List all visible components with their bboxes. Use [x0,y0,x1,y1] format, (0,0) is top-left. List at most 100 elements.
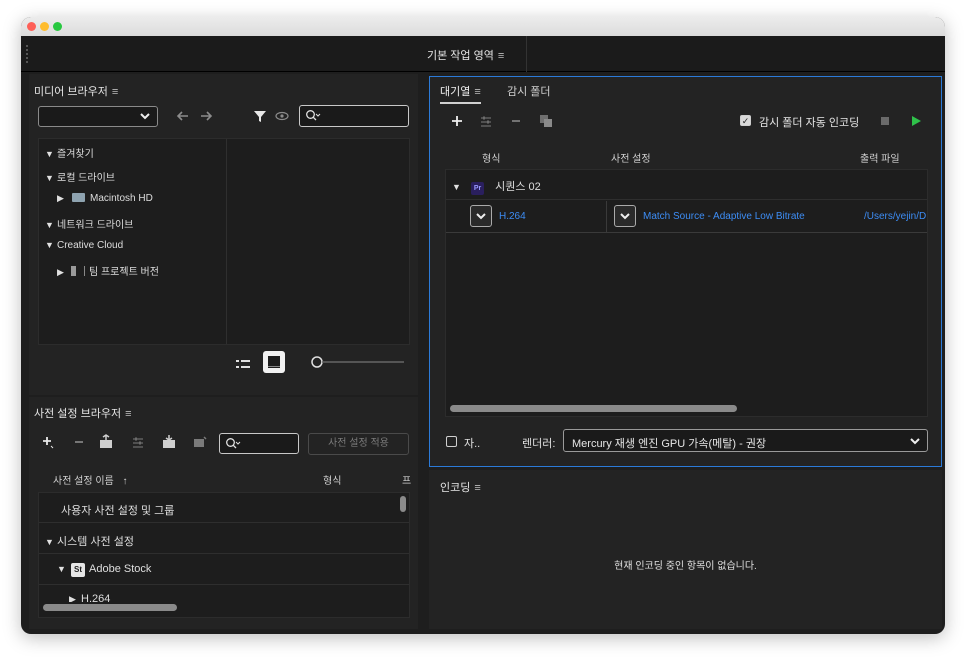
format-column-header[interactable]: 형식 [323,472,341,487]
preset-item-system-presets[interactable]: ▼ 시스템 사전 설정 [39,524,409,554]
remove-item-icon[interactable] [510,114,522,128]
preset-name-header-text: 사전 설정 이름 [53,476,114,487]
tree-label: Creative Cloud [57,240,124,251]
chevron-right-icon: ▶ [57,267,64,277]
preset-item-user-presets[interactable]: 사용자 사전 설정 및 그룹 [39,493,409,523]
preset-item-label: 사용자 사전 설정 및 그룹 [61,505,175,517]
renderer-value: Mercury 재생 엔진 GPU 가속(메탈) - 권장 [572,438,767,450]
preset-name-column-header[interactable]: 사전 설정 이름 ↑ [53,472,128,487]
preset-settings-icon[interactable] [131,435,145,449]
filter-icon[interactable] [252,108,268,124]
forward-arrow-icon[interactable] [199,109,213,123]
preset-item-h264[interactable]: ▶ H.264 [39,588,409,602]
minimize-window-button[interactable] [40,22,49,31]
item-preset-link[interactable]: Match Source - Adaptive Low Bitrate [643,211,805,222]
queue-preset-header[interactable]: 사전 설정 [611,150,651,165]
add-preset-icon[interactable] [41,435,55,449]
item-format-link[interactable]: H.264 [499,211,526,222]
encoding-title[interactable]: 인코딩 ≡ [440,479,481,495]
export-preset-icon[interactable] [161,434,177,450]
media-browser-title-text: 미디어 브라우저 [34,86,108,98]
tree-label: 즐겨찾기 [57,149,94,160]
adobe-stock-badge-icon: St [71,563,85,577]
media-browser-menu-icon[interactable]: ≡ [112,86,118,98]
tree-item-network-drives[interactable]: ▼ 네트워크 드라이브 [45,216,415,231]
title-bar [21,17,945,36]
tree-item-macintosh-hd[interactable]: ▶ Macintosh HD [57,193,427,204]
list-view-icon[interactable] [235,357,251,371]
auto-encode-checkbox[interactable]: ✓ [740,115,751,126]
media-tree-area: ▼ 즐겨찾기 ▼ 로컬 드라이브 ▶ Macintosh HD ▼ 네트워크 드라이브 … [38,138,410,345]
preset-list-horizontal-scrollbar[interactable] [43,604,177,611]
preset-browser-title[interactable]: 사전 설정 브라우저 ≡ [34,405,132,421]
workspace-switcher[interactable]: 기본 작업 영역 ≡ [427,47,504,63]
team-project-icon [71,266,85,276]
workspace-bar: 기본 작업 영역 ≡ [21,36,945,72]
media-browser-title[interactable]: 미디어 브라우저 ≡ [34,83,118,99]
app-window: 기본 작업 영역 ≡ 미디어 브라우저 ≡ ▼ 즐겨찾기 ▼ 로컬 드라이브 ▶… [21,17,945,634]
preset-group-icon[interactable] [192,434,208,450]
duplicate-item-icon[interactable] [538,113,554,129]
queue-list: ▼ Pr 시퀀스 02 H.264 Match Source - Adaptiv… [445,169,928,417]
item-output-link[interactable]: /Users/yejin/D [864,211,926,222]
chevron-down-icon [139,109,151,123]
media-search-input[interactable] [299,105,409,127]
renderer-dropdown[interactable]: Mercury 재생 엔진 GPU 가속(메탈) - 권장 [563,429,928,452]
close-window-button[interactable] [27,22,36,31]
encoding-empty-message: 현재 인코딩 중인 항목이 없습니다. [614,561,757,572]
workspace-menu-icon[interactable]: ≡ [498,50,504,62]
zoom-slider[interactable] [311,355,406,369]
sequence-name: 시퀀스 02 [495,181,541,193]
chevron-down-icon: ▼ [45,220,54,230]
workspace-divider [526,36,527,72]
queue-output-header[interactable]: 출력 파일 [860,150,900,165]
preset-browser-title-text: 사전 설정 브라우저 [34,408,122,420]
add-source-icon[interactable] [450,114,464,128]
zoom-window-button[interactable] [53,22,62,31]
sort-up-arrow-icon: ↑ [122,476,128,487]
tree-item-favorites[interactable]: ▼ 즐겨찾기 [45,145,415,160]
extra-column-header[interactable]: 프 [402,472,411,487]
back-arrow-icon[interactable] [176,109,190,123]
encoding-menu-icon[interactable]: ≡ [474,482,480,494]
tree-label: 로컬 드라이브 [57,173,115,184]
tab-watch-folders[interactable]: 감시 폴더 [507,83,551,99]
tree-item-team-projects[interactable]: ▶ 팀 프로젝트 버전 [57,263,427,278]
tree-label: 네트워크 드라이브 [57,220,134,231]
auto-encode-label: 감시 폴더 자동 인코딩 [759,117,860,129]
tab-queue-label: 대기열 [440,86,471,98]
queue-panel: 대기열 ≡ 감시 폴더 ✓ 감시 폴더 자동 인코딩 형식 사전 설정 출력 파일… [429,76,942,467]
preset-item-label: H.264 [81,593,111,602]
remove-preset-icon[interactable] [73,435,85,449]
queue-item-row[interactable]: H.264 Match Source - Adaptive Low Bitrat… [446,201,927,233]
preset-item-label: 시스템 사전 설정 [57,536,134,548]
bottom-option-checkbox[interactable] [446,436,457,447]
queue-settings-icon[interactable] [479,114,493,128]
tree-item-creative-cloud[interactable]: ▼ Creative Cloud [45,240,415,251]
preset-browser-menu-icon[interactable]: ≡ [125,408,131,420]
chevron-down-icon: ▼ [57,564,66,574]
bottom-option-label: 자.. [464,438,481,450]
media-location-dropdown[interactable] [38,106,158,127]
chevron-down-icon: ▼ [45,149,54,159]
start-queue-icon[interactable] [909,114,923,128]
grip-handle-icon[interactable] [26,45,28,63]
queue-horizontal-scrollbar[interactable] [450,405,737,412]
preset-item-adobe-stock[interactable]: ▼ St Adobe Stock [39,555,409,585]
queue-format-header[interactable]: 형식 [482,150,500,165]
import-preset-icon[interactable] [98,434,114,450]
tree-item-local-drives[interactable]: ▼ 로컬 드라이브 [45,169,415,184]
format-dropdown-button[interactable] [470,205,492,227]
preset-list-vertical-scrollbar[interactable] [400,496,406,512]
icon-view-button[interactable] [263,351,285,373]
renderer-label: 렌더러: [522,438,556,450]
preset-dropdown-button[interactable] [614,205,636,227]
queue-menu-icon[interactable]: ≡ [474,86,480,98]
apply-preset-button[interactable]: 사전 설정 적용 [308,433,409,455]
queue-sequence-row[interactable]: ▼ Pr 시퀀스 02 [446,170,927,200]
stop-icon[interactable] [879,115,891,127]
eye-icon[interactable] [275,109,289,123]
tab-queue[interactable]: 대기열 ≡ [440,83,481,104]
tree-label: 팀 프로젝트 버전 [89,267,159,278]
preset-search-input[interactable] [219,433,299,454]
